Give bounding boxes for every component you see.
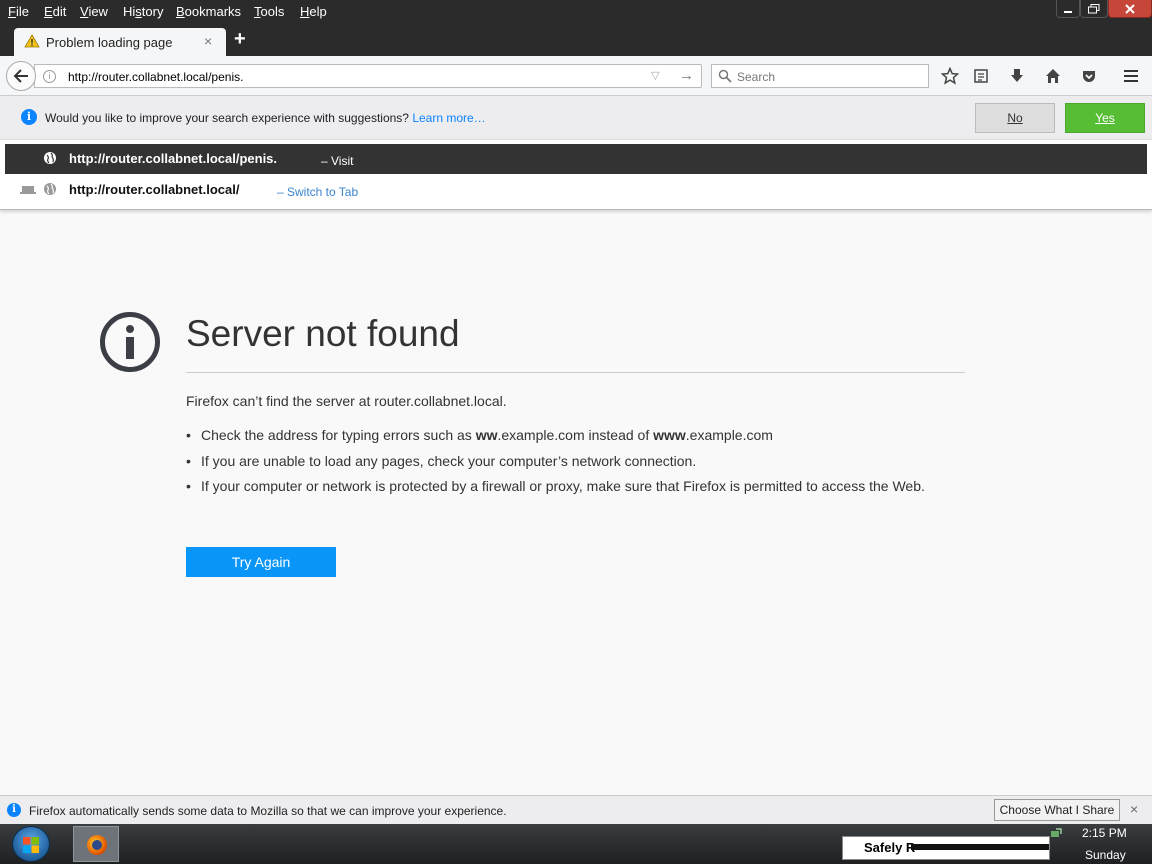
data-notice-message: Firefox automatically sends some data to… [29, 804, 507, 818]
pocket-button[interactable] [1078, 66, 1100, 86]
windows-logo-icon [23, 837, 39, 853]
search-box[interactable]: Search [711, 64, 929, 88]
tab-icon [20, 186, 36, 194]
url-dropdown-icon[interactable]: ▽ [651, 69, 659, 82]
menu-history[interactable]: History [123, 4, 163, 19]
no-button[interactable]: No [975, 103, 1055, 133]
pocket-icon [1083, 71, 1095, 82]
navigation-toolbar: i http://router.collabnet.local/penis. ▽… [0, 56, 1152, 96]
switch-to-tab-link[interactable]: – Switch to Tab [277, 185, 358, 199]
try-again-button[interactable]: Try Again [186, 547, 336, 577]
tab-problem-loading[interactable]: Problem loading page × [14, 28, 226, 56]
bookmark-star-button[interactable] [939, 66, 961, 86]
downloads-button[interactable] [1006, 66, 1028, 86]
back-arrow-icon [13, 69, 28, 83]
menu-bar: File Edit View History Bookmarks Tools H… [0, 0, 1152, 26]
hamburger-menu-button[interactable] [1120, 66, 1142, 86]
tooltip-text: Safely R [864, 840, 916, 855]
menu-help[interactable]: Help [300, 4, 327, 19]
menu-edit[interactable]: Edit [44, 4, 66, 19]
firefox-icon [87, 835, 107, 855]
new-tab-button[interactable]: + [234, 28, 246, 51]
search-suggestions-prompt: i Would you like to improve your search … [0, 96, 1152, 140]
autocomplete-url: http://router.collabnet.local/penis. [69, 151, 278, 166]
autocomplete-action: – Visit [321, 154, 354, 168]
minimize-button[interactable] [1056, 0, 1080, 18]
start-button[interactable] [12, 826, 50, 862]
bullet-text: .example.com instead of [497, 427, 654, 443]
autocomplete-row-switch-tab[interactable]: http://router.collabnet.local/ – Switch … [5, 175, 1147, 205]
data-reporting-notice: i Firefox automatically sends some data … [0, 795, 1152, 824]
notice-close-button[interactable]: × [1130, 801, 1138, 817]
menu-tools[interactable]: Tools [254, 4, 284, 19]
autocomplete-url: http://router.collabnet.local/ [69, 182, 240, 197]
minimize-icon [1064, 10, 1072, 13]
choose-what-i-share-button[interactable]: Choose What I Share [994, 799, 1120, 821]
safely-remove-hardware-icon[interactable] [1050, 827, 1062, 839]
url-bar[interactable]: i http://router.collabnet.local/penis. ▽… [34, 64, 702, 88]
yes-button[interactable]: Yes [1065, 103, 1145, 133]
home-button[interactable] [1042, 66, 1064, 86]
clock-day[interactable]: Sunday [1085, 848, 1126, 862]
safely-remove-hardware-tooltip: Safely R [842, 836, 1050, 860]
back-button[interactable] [6, 61, 36, 91]
bullet-bold: www [653, 427, 686, 443]
menu-file[interactable]: File [8, 4, 29, 19]
bullet-text: Check the address for typing errors such… [201, 427, 476, 443]
clock-time[interactable]: 2:15 PM [1082, 826, 1127, 840]
globe-icon [44, 152, 56, 164]
go-arrow-icon[interactable]: → [679, 67, 694, 84]
page-title: Server not found [186, 313, 460, 354]
hamburger-icon [1124, 70, 1138, 82]
bullet-text: If you are unable to load any pages, che… [201, 453, 697, 469]
learn-more-link[interactable]: Learn more… [412, 111, 485, 125]
divider [186, 372, 965, 373]
home-icon [1046, 69, 1060, 83]
error-description: Firefox can’t find the server at router.… [186, 393, 507, 409]
tab-close-button[interactable]: × [204, 33, 212, 49]
suggestions-message: Would you like to improve your search ex… [45, 111, 486, 125]
bullet-text: .example.com [685, 427, 773, 443]
download-arrow-icon [1011, 69, 1023, 82]
close-window-button[interactable] [1108, 0, 1152, 18]
globe-icon [44, 183, 56, 195]
info-circle-icon [100, 312, 160, 372]
bullet-bold: ww [475, 427, 498, 443]
url-input[interactable]: http://router.collabnet.local/penis. [68, 70, 243, 84]
bookmarks-menu-button[interactable] [970, 66, 992, 86]
bullet-text: If your computer or network is protected… [201, 478, 925, 494]
search-placeholder: Search [737, 70, 776, 84]
suggestions-text: Would you like to improve your search ex… [45, 111, 409, 125]
star-icon [941, 67, 959, 85]
autocomplete-row-visit[interactable]: http://router.collabnet.local/penis. – V… [5, 144, 1147, 174]
menu-bookmarks[interactable]: Bookmarks [176, 4, 241, 19]
tab-title: Problem loading page [46, 35, 173, 50]
menu-view[interactable]: View [80, 4, 108, 19]
close-icon [1125, 3, 1135, 14]
bookmarks-list-icon [974, 69, 988, 83]
search-icon [718, 69, 732, 83]
firefox-taskbar-button[interactable] [73, 826, 119, 862]
taskbar: Safely R 2:15 PM Sunday [0, 824, 1152, 864]
tab-strip: Problem loading page × + [0, 26, 1152, 56]
info-icon: i [7, 803, 21, 817]
restore-icon [1088, 3, 1100, 13]
restore-button[interactable] [1080, 0, 1108, 18]
url-autocomplete-popup: http://router.collabnet.local/penis. – V… [0, 140, 1152, 210]
info-icon: i [21, 109, 37, 125]
warning-icon [24, 34, 40, 48]
site-info-icon[interactable]: i [43, 70, 56, 83]
